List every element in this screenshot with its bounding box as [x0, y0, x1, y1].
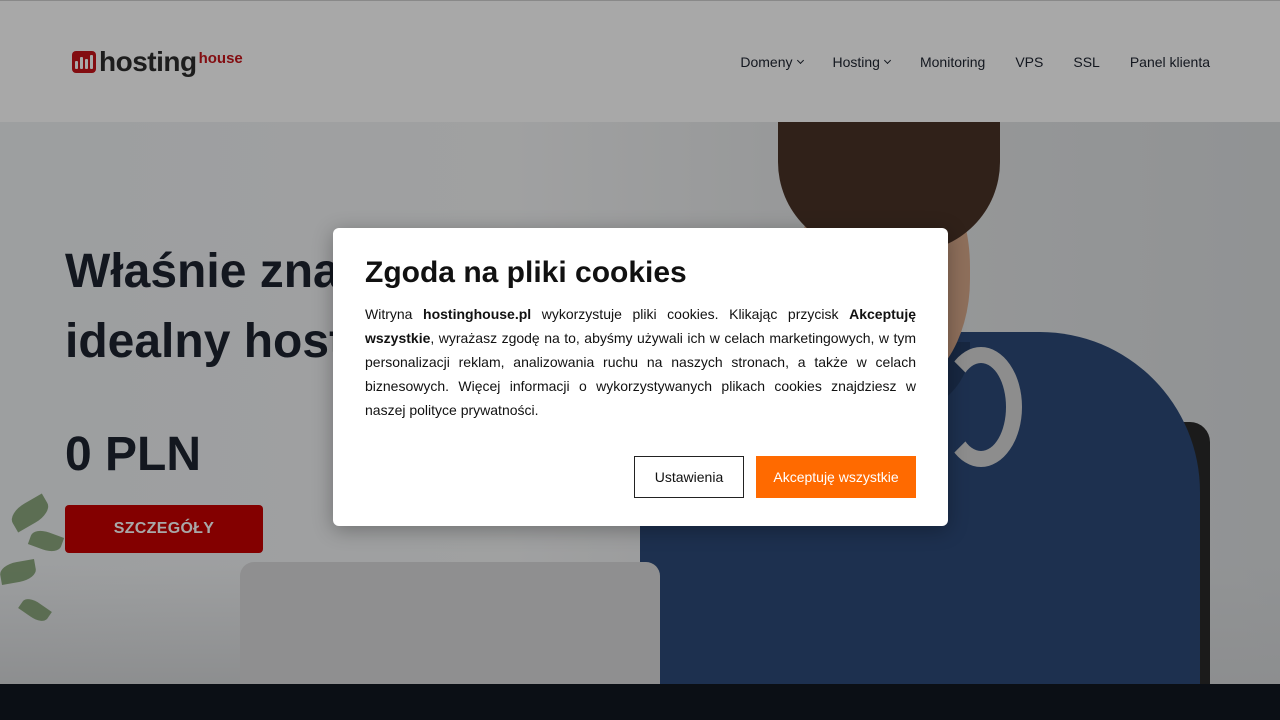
cookie-site-name: hostinghouse.pl [423, 306, 532, 322]
cookie-text-part: wykorzystuje pliki cookies. Klikając prz… [531, 306, 850, 322]
cookie-modal-title: Zgoda na pliki cookies [365, 256, 687, 289]
cookie-settings-button[interactable]: Ustawienia [634, 456, 744, 498]
cookie-text-part: Witryna [365, 306, 424, 322]
cookie-text-part: , wyrażasz zgodę na to, abyśmy używali i… [365, 330, 916, 418]
cookie-accept-all-button[interactable]: Akceptuję wszystkie [756, 456, 916, 498]
cookie-modal-text: Witryna hostinghouse.pl wykorzystuje pli… [365, 302, 916, 422]
cookie-consent-modal: Zgoda na pliki cookies Witryna hostingho… [333, 228, 948, 526]
